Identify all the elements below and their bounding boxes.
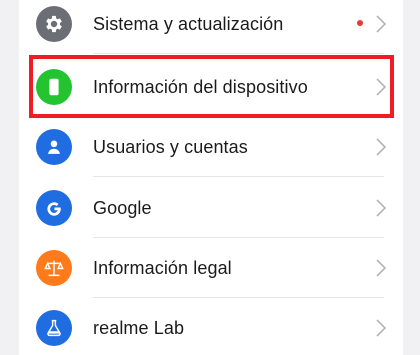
settings-item-label: Información legal [93, 258, 232, 278]
divider [93, 176, 384, 177]
user-icon [36, 129, 72, 165]
settings-item-users-accounts[interactable]: Usuarios y cuentas [19, 117, 403, 177]
settings-item-legal-info[interactable]: Información legal [19, 238, 403, 298]
gear-icon [36, 6, 72, 42]
settings-item-realme-lab[interactable]: realme Lab [19, 298, 403, 355]
scales-icon [36, 250, 72, 286]
settings-item-label: Google [93, 198, 152, 218]
settings-list: Sistema y actualización Información del … [19, 0, 403, 355]
settings-item-google[interactable]: Google [19, 178, 403, 238]
phone-icon [36, 69, 72, 105]
chevron-right-icon [376, 78, 387, 96]
google-icon [36, 190, 72, 226]
settings-item-label: Usuarios y cuentas [93, 137, 248, 157]
settings-item-label: Información del dispositivo [93, 77, 308, 97]
divider [93, 53, 384, 54]
settings-item-label: realme Lab [93, 318, 185, 338]
chevron-right-icon [376, 15, 387, 33]
settings-item-label: Sistema y actualización [93, 14, 284, 34]
notification-dot [357, 20, 363, 26]
chevron-right-icon [376, 199, 387, 217]
flask-icon [36, 310, 72, 346]
settings-item-system-update[interactable]: Sistema y actualización [19, 0, 403, 54]
settings-item-device-info[interactable]: Información del dispositivo [19, 57, 403, 117]
chevron-right-icon [376, 319, 387, 337]
chevron-right-icon [376, 259, 387, 277]
chevron-right-icon [376, 138, 387, 156]
